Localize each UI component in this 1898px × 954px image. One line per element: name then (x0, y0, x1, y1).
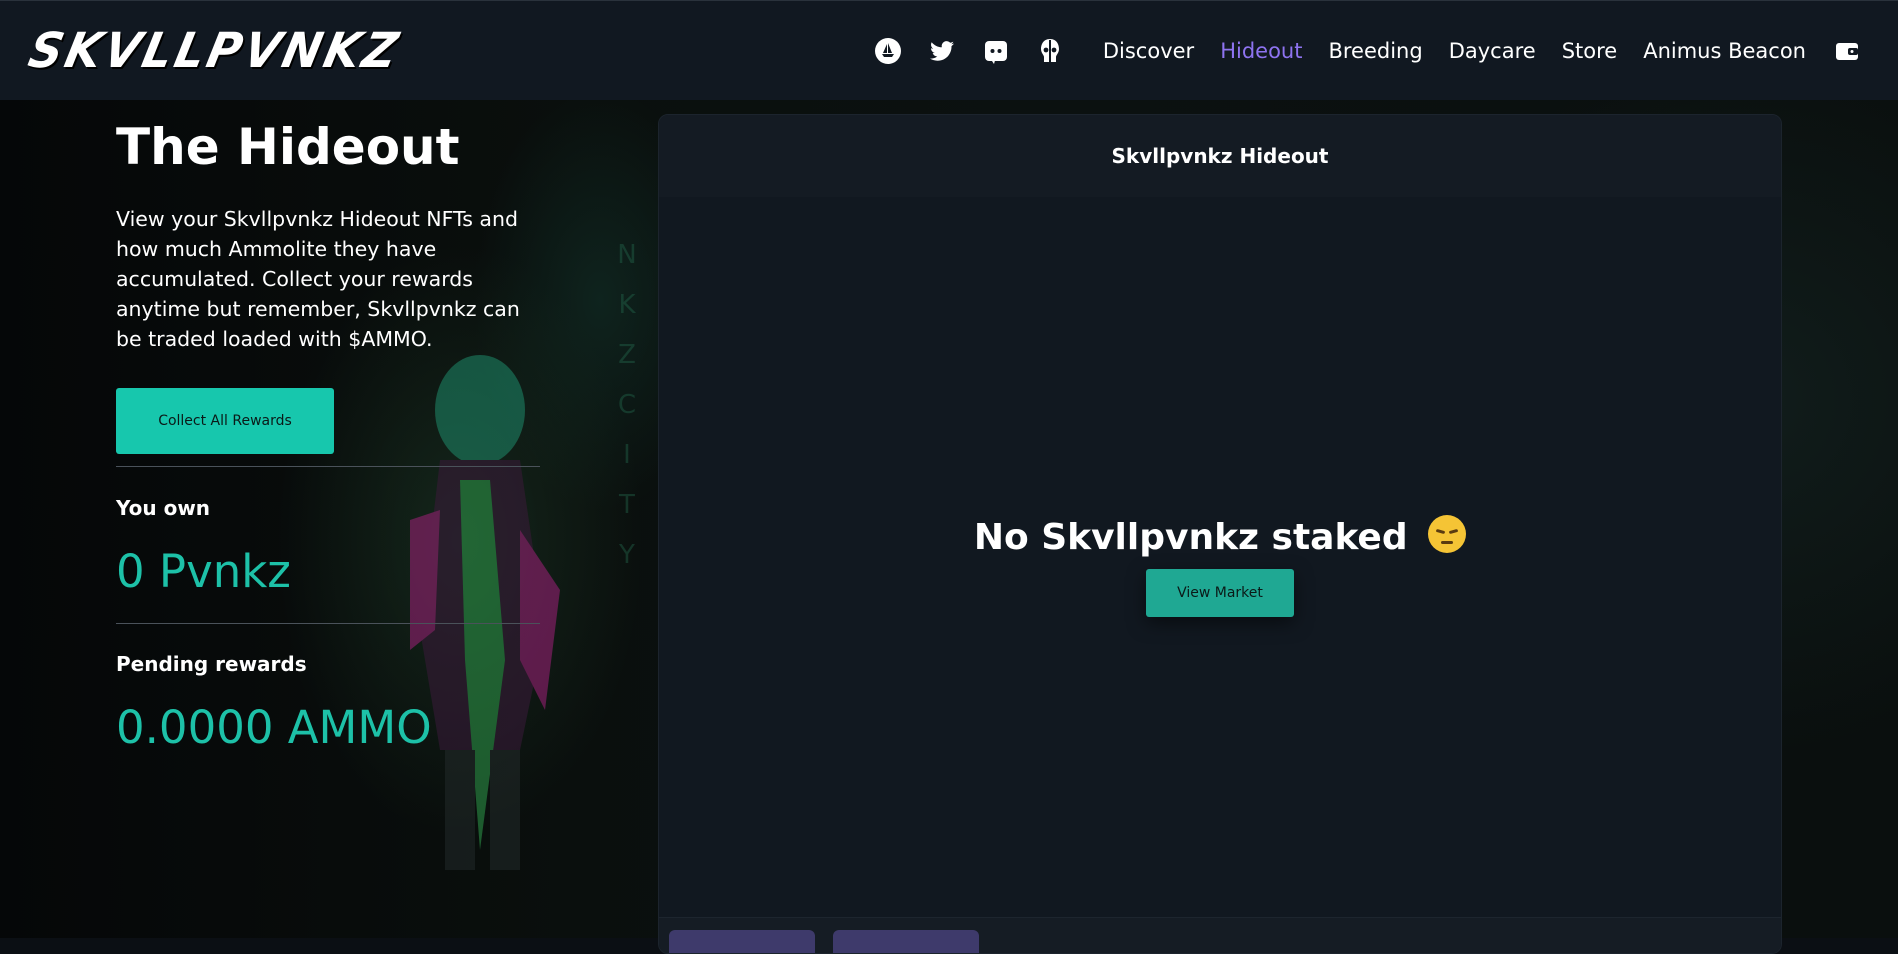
panel-footer (659, 917, 1781, 953)
logo[interactable]: SKVLLPVNKZ (24, 22, 406, 79)
intro-text: View your Skvllpvnkz Hideout NFTs and ho… (116, 207, 520, 351)
nav-link-animus-beacon[interactable]: Animus Beacon (1643, 39, 1806, 63)
empty-state-message: No Skvllpvnkz staked (973, 517, 1408, 558)
nav-link-daycare[interactable]: Daycare (1449, 39, 1536, 63)
skull-icon[interactable] (1035, 36, 1065, 66)
divider (116, 623, 540, 624)
view-market-button[interactable]: View Market (1146, 569, 1294, 617)
twitter-icon[interactable] (927, 36, 957, 66)
pensive-face-icon (1428, 515, 1467, 553)
panel-header: Skvllpvnkz Hideout (659, 115, 1781, 197)
navbar: SKVLLPVNKZ Discover Hideout Breeding Day… (0, 0, 1898, 100)
footer-tab-button[interactable] (669, 930, 815, 953)
collect-all-rewards-button[interactable]: Collect All Rewards (116, 388, 334, 454)
pending-rewards-value: 0.0000 AMMO (116, 701, 432, 754)
nav-right: Discover Hideout Breeding Daycare Store … (861, 1, 1862, 101)
nav-link-hideout[interactable]: Hideout (1220, 39, 1302, 63)
divider (116, 466, 540, 467)
discord-icon[interactable] (981, 36, 1011, 66)
panel-title: Skvllpvnkz Hideout (1111, 144, 1329, 168)
nav-link-breeding[interactable]: Breeding (1328, 39, 1422, 63)
wallet-icon[interactable] (1832, 36, 1862, 66)
pending-rewards-label: Pending rewards (116, 652, 307, 676)
hideout-panel: Skvllpvnkz Hideout No Skvllpvnkz staked … (658, 114, 1782, 954)
opensea-icon[interactable] (873, 36, 903, 66)
page-title: The Hideout (116, 118, 460, 176)
footer-tab-button[interactable] (833, 930, 979, 953)
nav-link-store[interactable]: Store (1562, 39, 1618, 63)
background-letters: NKZCITY (617, 240, 637, 570)
nav-link-discover[interactable]: Discover (1103, 39, 1194, 63)
empty-state: No Skvllpvnkz staked (659, 515, 1781, 558)
owned-value: 0 Pvnkz (116, 545, 291, 598)
character-artwork (410, 355, 560, 870)
owned-label: You own (116, 496, 211, 520)
